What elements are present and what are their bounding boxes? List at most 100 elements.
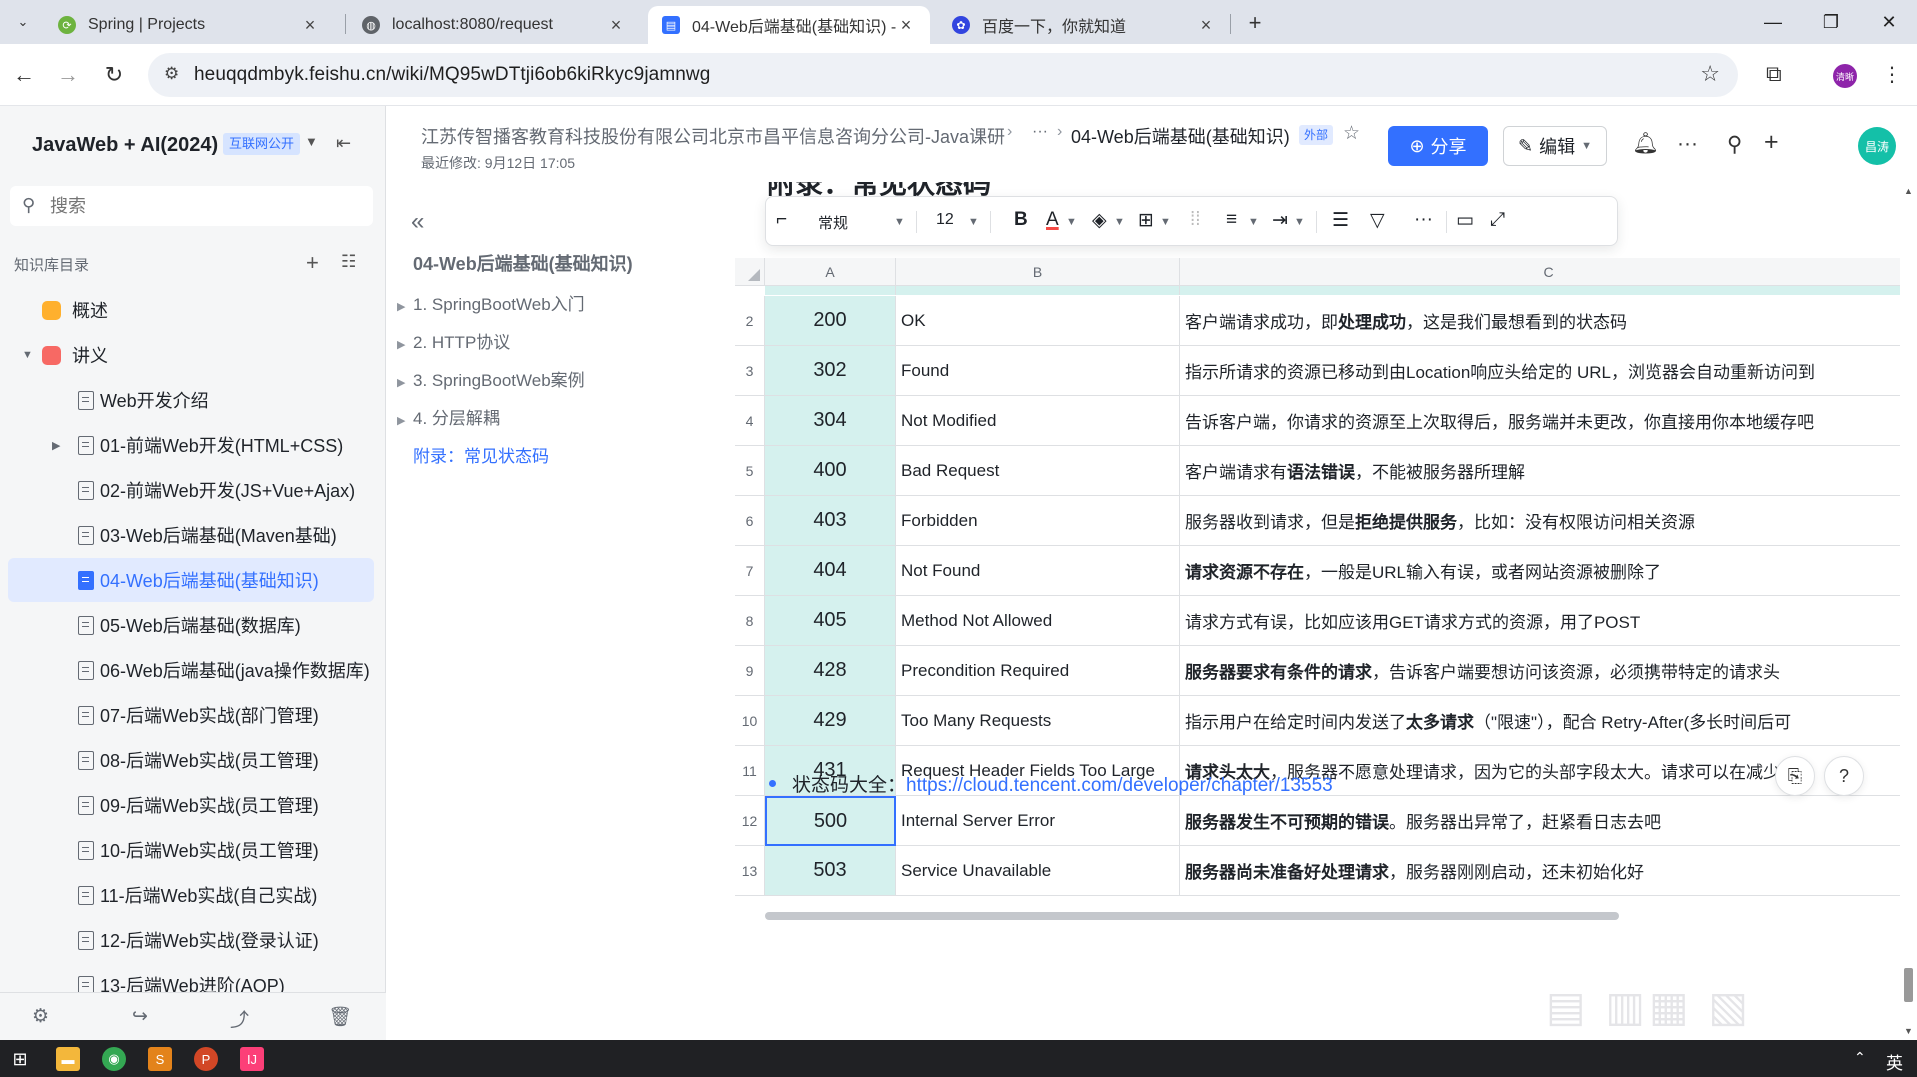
trash-icon[interactable]: 🗑 — [328, 1005, 352, 1029]
sidebar-item[interactable]: 09-后端Web实战(员工管理) — [8, 783, 374, 827]
status-code-cell[interactable]: 400 — [765, 446, 896, 496]
column-header-b[interactable]: B — [896, 258, 1180, 286]
font-size-select[interactable]: 12 — [936, 211, 954, 229]
chevron-down-icon[interactable]: ▼ — [894, 216, 905, 228]
chevron-down-icon[interactable]: ▼ — [22, 349, 33, 361]
column-header-a[interactable]: A — [765, 258, 896, 286]
row-number[interactable]: 12 — [735, 796, 765, 846]
chevron-right-icon[interactable]: ▶ — [397, 414, 413, 427]
browser-menu-icon[interactable]: ⋮ — [1882, 62, 1902, 87]
fill-color-icon[interactable]: ◈ — [1092, 209, 1107, 232]
chevron-down-icon[interactable]: ▼ — [968, 216, 979, 228]
row-number[interactable]: 11 — [735, 746, 765, 796]
status-code-cell[interactable]: 404 — [765, 546, 896, 596]
chevron-right-icon[interactable]: ▶ — [397, 338, 413, 351]
forward-arrow-icon[interactable]: → — [52, 59, 84, 91]
sidebar-item[interactable]: Web开发介绍 — [8, 378, 374, 422]
row-number[interactable]: 3 — [735, 346, 765, 396]
status-name-cell[interactable]: Not Found — [896, 546, 1180, 596]
column-header-c[interactable]: C — [1180, 258, 1917, 286]
more-options-icon[interactable]: ··· — [1677, 132, 1698, 156]
chevron-right-icon[interactable]: ▶ — [397, 300, 413, 313]
status-code-cell[interactable]: 302 — [765, 346, 896, 396]
chevron-down-icon[interactable]: ▼ — [1248, 216, 1259, 228]
status-description-cell[interactable]: 客户端请求有 语法错误 ，不能被服务器所理解 — [1180, 446, 1917, 496]
add-page-icon[interactable]: + — [306, 250, 319, 276]
intellij-icon[interactable]: IJ — [240, 1047, 264, 1071]
status-code-cell[interactable]: 200 — [765, 296, 896, 346]
status-description-cell[interactable]: 请求方式有误，比如应该用GET请求方式的资源，用了POST — [1180, 596, 1917, 646]
sidebar-item[interactable]: ▼ 讲义 — [8, 333, 374, 377]
chevron-right-icon[interactable]: ▶ — [397, 376, 413, 389]
sidebar-item[interactable]: ▶ 01-前端Web开发(HTML+CSS) — [8, 423, 374, 467]
powerpoint-icon[interactable]: P — [194, 1047, 218, 1071]
share-button[interactable]: ⊕ 分享 — [1388, 126, 1488, 166]
text-style-select[interactable]: 常规 — [818, 212, 848, 233]
align-icon[interactable]: ≡ — [1226, 209, 1237, 231]
stats-chart-icon[interactable]: ⤴ — [230, 1005, 249, 1032]
chevron-down-icon[interactable]: ▼ — [305, 134, 318, 149]
freeze-icon[interactable]: ☰ — [1332, 209, 1349, 232]
row-number[interactable]: 8 — [735, 596, 765, 646]
border-icon[interactable]: ⊞ — [1138, 209, 1154, 232]
sidebar-item[interactable]: 08-后端Web实战(员工管理) — [8, 738, 374, 782]
profile-avatar[interactable]: 清晰 — [1833, 64, 1857, 88]
embedded-sheet[interactable]: ▦⁞ A B C 2200OK客户端请求成功，即处理成功，这是我们最想看到的状态… — [735, 258, 1917, 896]
close-tab-icon[interactable]: × — [300, 15, 320, 36]
select-all-corner[interactable] — [735, 258, 765, 286]
status-name-cell[interactable]: Internal Server Error — [896, 796, 1180, 846]
status-description-cell[interactable]: 告诉客户端，你请求的资源至上次取得后，服务端并未更改，你直接用你本地缓存吧 — [1180, 396, 1917, 446]
url-text[interactable]: heuqqdmbyk.feishu.cn/wiki/MQ95wDTtji6ob6… — [194, 64, 710, 86]
status-description-cell[interactable]: 服务器收到请求，但是 拒绝提供服务 ，比如：没有权限访问相关资源 — [1180, 496, 1917, 546]
chevron-down-icon[interactable]: ▼ — [1066, 216, 1077, 228]
row-number[interactable]: 2 — [735, 296, 765, 346]
sidebar-item[interactable]: 07-后端Web实战(部门管理) — [8, 693, 374, 737]
status-name-cell[interactable]: Bad Request — [896, 446, 1180, 496]
row-number[interactable]: 13 — [735, 846, 765, 896]
merge-cells-icon[interactable]: ⁞⁞ — [1190, 209, 1201, 231]
address-bar[interactable]: ⚙ heuqqdmbyk.feishu.cn/wiki/MQ95wDTtji6o… — [148, 53, 1738, 97]
font-color-icon[interactable]: A — [1046, 209, 1059, 231]
filter-icon[interactable]: ▽ — [1370, 209, 1385, 232]
sidebar-item[interactable]: 04-Web后端基础(基础知识) — [8, 558, 374, 602]
back-arrow-icon[interactable]: ← — [8, 59, 40, 91]
status-description-cell[interactable]: 服务器要求有条件的请求 ，告诉客户端要想访问该资源，必须携带特定的请求头 — [1180, 646, 1917, 696]
sidebar-item[interactable]: 10-后端Web实战(员工管理) — [8, 828, 374, 872]
scroll-down-icon[interactable]: ▼ — [1904, 1026, 1913, 1036]
status-description-cell[interactable]: 请求资源不存在 ，一般是URL输入有误，或者网站资源被删除了 — [1180, 546, 1917, 596]
status-description-cell[interactable]: 指示用户在给定时间内发送了 太多请求 （"限速"），配合 Retry-After(多… — [1180, 696, 1917, 746]
breadcrumb-ellipsis[interactable]: ··· — [1032, 123, 1048, 141]
search-icon[interactable]: ⚲ — [1727, 132, 1742, 157]
bookmark-star-icon[interactable]: ☆ — [1700, 61, 1720, 87]
status-code-cell[interactable]: 500 — [765, 796, 896, 846]
fullscreen-expand-icon[interactable]: ⤢ — [1490, 209, 1505, 231]
search-input[interactable] — [50, 196, 350, 217]
tab-search-chevron-icon[interactable]: ⌄ — [10, 9, 36, 35]
sublime-icon[interactable]: S — [148, 1047, 172, 1071]
user-avatar[interactable]: 昌涛 — [1858, 127, 1896, 165]
row-number[interactable]: 5 — [735, 446, 765, 496]
browser-tab-spring[interactable]: ⟳ Spring | Projects × — [44, 6, 334, 44]
sidebar-item[interactable]: 12-后端Web实战(登录认证) — [8, 918, 374, 962]
tray-chevron-up-icon[interactable]: ⌃ — [1854, 1049, 1866, 1066]
page-info-icon[interactable]: ⎘ — [1775, 756, 1815, 796]
wrap-text-icon[interactable]: ⇥ — [1272, 209, 1288, 232]
status-code-cell[interactable]: 429 — [765, 696, 896, 746]
breadcrumb-root[interactable]: 江苏传智播客教育科技股份有限公司北京市昌平信息咨询分公司-Java课研 — [421, 123, 1005, 149]
chrome-icon[interactable]: ◉ — [102, 1047, 126, 1071]
wiki-space-title[interactable]: JavaWeb + AI(2024) — [32, 134, 218, 157]
help-icon[interactable]: ? — [1824, 756, 1864, 796]
scroll-thumb[interactable] — [1904, 968, 1913, 1002]
browser-tab-baidu[interactable]: ✿ 百度一下，你就知道 × — [938, 6, 1230, 44]
outline-item[interactable]: ▶ 3. SpringBootWeb案例 — [397, 366, 585, 391]
row-number[interactable]: 10 — [735, 696, 765, 746]
row-number[interactable]: 9 — [735, 646, 765, 696]
ime-indicator[interactable]: 英 — [1886, 1049, 1903, 1074]
sidebar-item[interactable]: 11-后端Web实战(自己实战) — [8, 873, 374, 917]
status-name-cell[interactable]: Precondition Required — [896, 646, 1180, 696]
edit-mode-button[interactable]: ✎ 编辑 ▼ — [1503, 126, 1607, 166]
settings-gear-icon[interactable]: ⚙ — [32, 1005, 49, 1028]
status-description-cell[interactable]: 指示所请求的资源已移动到由Location响应头给定的 URL，浏览器会自动重新… — [1180, 346, 1917, 396]
sidebar-search[interactable]: ⚲ — [10, 186, 373, 226]
sidebar-item[interactable]: 02-前端Web开发(JS+Vue+Ajax) — [8, 468, 374, 512]
